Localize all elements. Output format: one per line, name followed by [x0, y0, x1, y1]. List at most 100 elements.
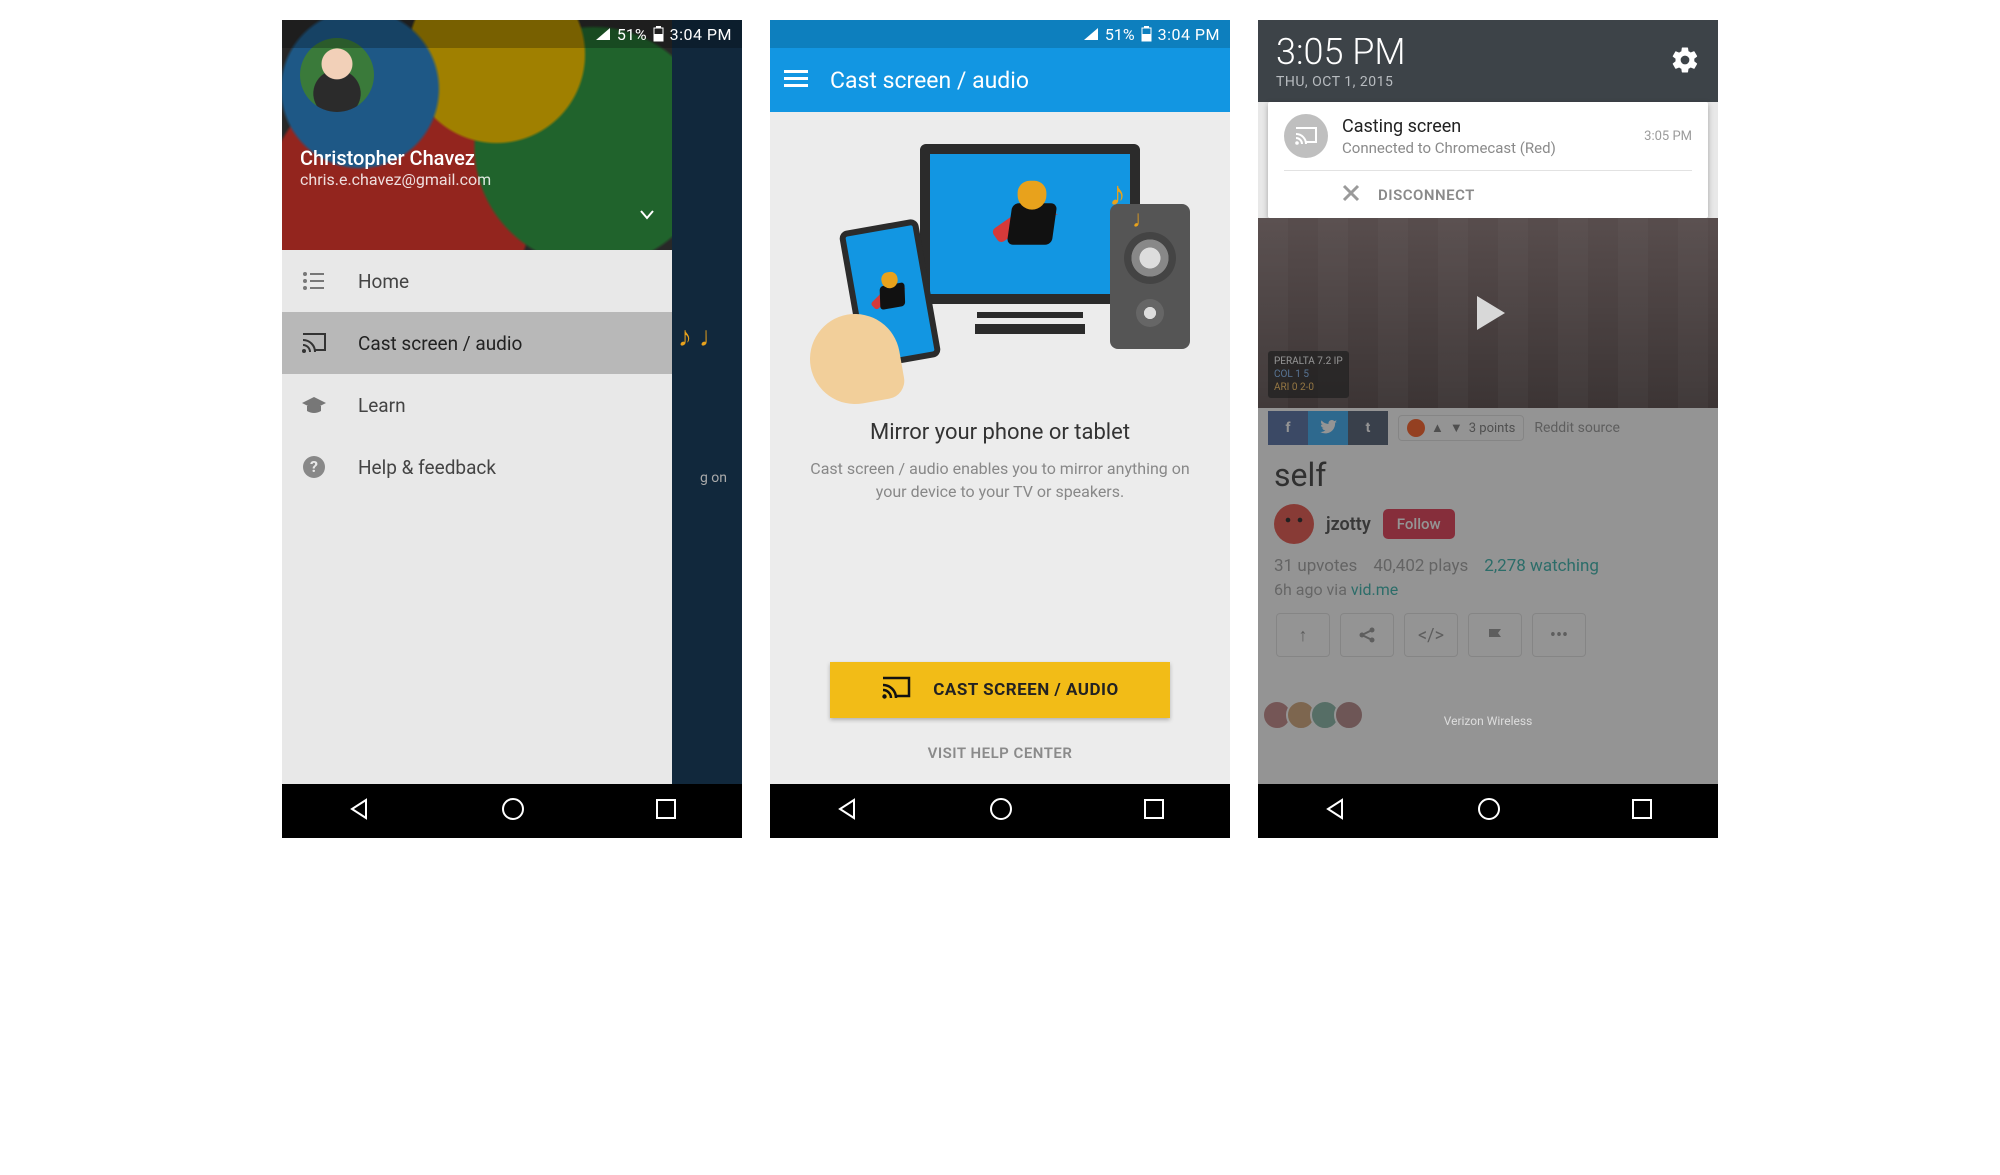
drawer-item-cast[interactable]: Cast screen / audio — [282, 312, 672, 374]
post-actions: ↑ </> ••• — [1274, 613, 1702, 657]
drawer-item-learn[interactable]: Learn — [282, 374, 672, 436]
help-icon: ? — [300, 455, 328, 479]
home-button[interactable] — [500, 796, 526, 826]
battery-percent: 51% — [617, 25, 647, 44]
nav-bar — [1258, 784, 1718, 838]
drawer-item-label: Home — [358, 270, 409, 293]
video-player[interactable]: PERALTA 7.2 IP COL 1 5 ARI 0 2-0 — [1258, 218, 1718, 408]
nav-drawer: Christopher Chavez chris.e.chavez@gmail.… — [282, 20, 672, 784]
background-hint: ♪ ♩ — [678, 320, 728, 360]
cast-illustration: ♪♩ — [800, 134, 1200, 394]
cast-button-label: CAST SCREEN / AUDIO — [933, 680, 1118, 700]
chevron-down-icon[interactable] — [640, 205, 654, 224]
plays: 40,402 plays — [1373, 556, 1468, 576]
screenshot-drawer: 51% 3:04 PM ♪ ♩ g on Christopher Chavez … — [282, 20, 742, 838]
close-icon — [1342, 184, 1360, 206]
battery-icon — [1141, 26, 1152, 42]
username[interactable]: jzotty — [1326, 514, 1371, 535]
status-bar: 51% 3:04 PM — [282, 20, 742, 48]
cast-icon — [300, 332, 328, 354]
svg-text:?: ? — [310, 457, 318, 476]
battery-icon — [653, 26, 664, 42]
notification-shade-header[interactable]: 3:05 PM THU, OCT 1, 2015 — [1258, 20, 1718, 102]
downvote-icon[interactable]: ▼ — [1450, 420, 1463, 436]
cast-icon — [881, 676, 911, 705]
back-button[interactable] — [346, 796, 372, 826]
flag-button[interactable] — [1468, 613, 1522, 657]
notif-time: 3:05 PM — [1644, 129, 1692, 144]
underlying-app: PERALTA 7.2 IP COL 1 5 ARI 0 2-0 f t ▲ ▼… — [1258, 218, 1718, 784]
twitter-button[interactable] — [1308, 411, 1348, 445]
cast-button[interactable]: CAST SCREEN / AUDIO — [830, 662, 1170, 718]
reddit-points: 3 points — [1469, 421, 1516, 436]
user-avatar[interactable] — [1274, 504, 1314, 544]
user-name: Christopher Chavez — [300, 146, 654, 170]
watching: 2,278 watching — [1484, 556, 1599, 576]
app-bar: Cast screen / audio — [770, 48, 1230, 112]
status-time: 3:04 PM — [1158, 25, 1220, 44]
status-bar: 51% 3:04 PM — [770, 20, 1230, 48]
background-text-hint: g on — [700, 470, 727, 486]
back-button[interactable] — [834, 796, 860, 826]
casting-notification[interactable]: Casting screen Connected to Chromecast (… — [1268, 102, 1708, 218]
recents-button[interactable] — [1142, 797, 1166, 825]
drawer-header[interactable]: Christopher Chavez chris.e.chavez@gmail.… — [282, 20, 672, 250]
list-icon — [300, 271, 328, 291]
carrier-label: Verizon Wireless — [1258, 714, 1718, 728]
drawer-item-label: Learn — [358, 394, 406, 417]
phone-in-hand-icon — [810, 224, 940, 394]
post-stats: 31 upvotes 40,402 plays 2,278 watching — [1274, 556, 1702, 576]
avatar[interactable] — [300, 38, 374, 112]
home-button[interactable] — [988, 796, 1014, 826]
status-time: 3:04 PM — [670, 25, 732, 44]
home-button[interactable] — [1476, 796, 1502, 826]
share-button[interactable] — [1340, 613, 1394, 657]
network-icon — [1083, 27, 1099, 41]
recents-button[interactable] — [1630, 797, 1654, 825]
drawer-item-help[interactable]: ? Help & feedback — [282, 436, 672, 498]
reddit-badge[interactable]: ▲ ▼ 3 points — [1398, 415, 1524, 441]
cast-icon — [1284, 114, 1328, 158]
upvote-icon[interactable]: ▲ — [1431, 420, 1444, 436]
battery-percent: 51% — [1105, 25, 1135, 44]
cast-headline: Mirror your phone or tablet — [870, 420, 1130, 445]
tumblr-button[interactable]: t — [1348, 411, 1388, 445]
upvotes: 31 upvotes — [1274, 556, 1357, 576]
gear-icon[interactable] — [1670, 45, 1700, 79]
more-button[interactable]: ••• — [1532, 613, 1586, 657]
appbar-title: Cast screen / audio — [830, 67, 1029, 94]
social-row: f t ▲ ▼ 3 points Reddit source — [1258, 408, 1718, 448]
notif-title: Casting screen — [1342, 116, 1630, 137]
nav-bar — [282, 784, 742, 838]
cast-description: Cast screen / audio enables you to mirro… — [810, 457, 1190, 503]
back-button[interactable] — [1322, 796, 1348, 826]
follow-button[interactable]: Follow — [1383, 509, 1455, 539]
cast-body: ♪♩ Mirror your phone or tablet Cast scre… — [770, 112, 1230, 784]
disconnect-action[interactable]: DISCONNECT — [1284, 170, 1692, 218]
tv-icon — [920, 144, 1140, 304]
hamburger-icon[interactable] — [784, 67, 808, 94]
help-center-link[interactable]: VISIT HELP CENTER — [928, 744, 1073, 762]
drawer-item-home[interactable]: Home — [282, 250, 672, 312]
reddit-source[interactable]: Reddit source — [1534, 420, 1620, 436]
byline: jzotty Follow — [1274, 504, 1702, 544]
disconnect-label: DISCONNECT — [1378, 186, 1475, 204]
screenshot-cast-page: 51% 3:04 PM Cast screen / audio — [770, 20, 1230, 838]
source-link[interactable]: vid.me — [1351, 580, 1398, 599]
recents-button[interactable] — [654, 797, 678, 825]
reddit-icon — [1407, 419, 1425, 437]
embed-button[interactable]: </> — [1404, 613, 1458, 657]
screenshot-notification: 3:05 PM THU, OCT 1, 2015 Casting screen … — [1258, 20, 1718, 838]
post-title: self — [1274, 456, 1702, 494]
drawer-item-label: Cast screen / audio — [358, 332, 522, 355]
nav-bar — [770, 784, 1230, 838]
upvote-button[interactable]: ↑ — [1276, 613, 1330, 657]
drawer-item-label: Help & feedback — [358, 456, 496, 479]
music-notes-icon: ♪♩ — [1109, 174, 1150, 214]
post-meta: 6h ago via vid.me — [1274, 580, 1702, 599]
facebook-button[interactable]: f — [1268, 411, 1308, 445]
shade-date: THU, OCT 1, 2015 — [1276, 74, 1670, 90]
shade-time: 3:05 PM — [1276, 34, 1670, 70]
score-overlay: PERALTA 7.2 IP COL 1 5 ARI 0 2-0 — [1268, 351, 1349, 398]
play-icon[interactable] — [1460, 285, 1516, 341]
